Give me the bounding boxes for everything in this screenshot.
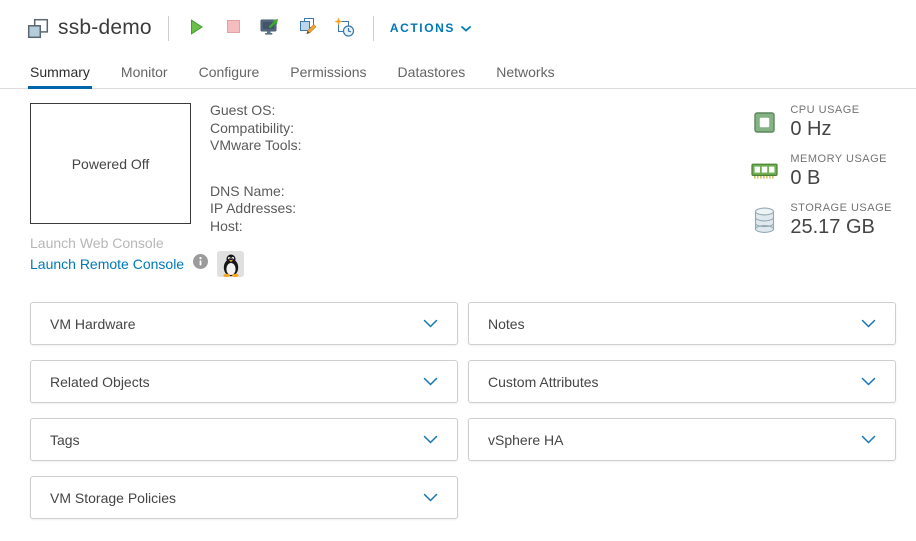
power-off-button[interactable] (222, 16, 246, 40)
tab-label: Configure (199, 64, 260, 80)
launch-web-console-link: Launch Web Console (30, 235, 164, 251)
cpu-usage-label: CPU USAGE (790, 104, 859, 116)
panel-related-objects[interactable]: Related Objects (30, 360, 458, 403)
chevron-down-icon (423, 315, 438, 333)
memory-usage-row: MEMORY USAGE 0 B (751, 153, 892, 190)
tab-monitor[interactable]: Monitor (121, 56, 168, 88)
field-ip-addresses: IP Addresses: (210, 200, 302, 218)
panel-custom-attributes[interactable]: Custom Attributes (468, 360, 896, 403)
panel-column-left: VM Hardware Related Objects Tags VM Stor… (30, 302, 458, 519)
tab-summary[interactable]: Summary (30, 56, 90, 88)
power-off-icon (227, 20, 240, 36)
launch-console-button[interactable] (259, 16, 283, 40)
launch-console-icon (260, 17, 281, 40)
panel-tags[interactable]: Tags (30, 418, 458, 461)
linux-guest-icon (217, 251, 244, 277)
chevron-down-icon (861, 431, 876, 449)
chevron-down-icon (423, 489, 438, 507)
storage-usage-row: STORAGE USAGE 25.17 GB (751, 202, 892, 239)
remote-console-row: Launch Remote Console (30, 251, 244, 277)
tab-label: Networks (496, 64, 554, 80)
chevron-down-icon (423, 373, 438, 391)
cpu-icon (751, 104, 778, 141)
panel-title: vSphere HA (488, 432, 563, 448)
storage-usage-value: 25.17 GB (790, 216, 892, 239)
cpu-usage-row: CPU USAGE 0 Hz (751, 104, 892, 141)
guest-info-fields: Guest OS: Compatibility: VMware Tools: D… (210, 102, 302, 235)
power-state-label: Powered Off (72, 156, 150, 172)
field-compatibility: Compatibility: (210, 120, 302, 138)
field-host: Host: (210, 218, 302, 236)
memory-icon (751, 153, 778, 190)
power-on-icon (190, 19, 203, 38)
vm-console-thumbnail[interactable]: Powered Off (30, 103, 191, 224)
chevron-down-icon (861, 315, 876, 333)
memory-usage-value: 0 B (790, 167, 887, 190)
info-icon[interactable] (193, 254, 208, 274)
snapshot-icon (334, 17, 355, 40)
actions-label: ACTIONS (390, 21, 455, 35)
panel-title: Tags (50, 432, 80, 448)
chevron-down-icon (861, 373, 876, 391)
panel-title: Custom Attributes (488, 374, 599, 390)
tab-permissions[interactable]: Permissions (290, 56, 366, 88)
tab-label: Datastores (398, 64, 466, 80)
spacer (210, 155, 302, 183)
memory-usage-label: MEMORY USAGE (790, 153, 887, 165)
vm-header: ssb-demo (0, 0, 916, 56)
panel-vm-hardware[interactable]: VM Hardware (30, 302, 458, 345)
panel-title: VM Storage Policies (50, 490, 176, 506)
snapshot-button[interactable] (333, 16, 357, 40)
tab-configure[interactable]: Configure (199, 56, 260, 88)
vm-summary-page: ssb-demo (0, 0, 916, 541)
power-on-button[interactable] (185, 16, 209, 40)
divider (168, 16, 169, 41)
chevron-down-icon (423, 431, 438, 449)
tab-datastores[interactable]: Datastores (398, 56, 466, 88)
storage-icon (751, 202, 778, 239)
tab-label: Summary (30, 64, 90, 80)
field-dns-name: DNS Name: (210, 183, 302, 201)
tab-networks[interactable]: Networks (496, 56, 554, 88)
panel-notes[interactable]: Notes (468, 302, 896, 345)
usage-stats: CPU USAGE 0 Hz (751, 104, 892, 251)
panel-title: VM Hardware (50, 316, 136, 332)
vm-toolbar (185, 16, 357, 40)
tab-label: Permissions (290, 64, 366, 80)
vm-icon (27, 18, 49, 39)
actions-menu-button[interactable]: ACTIONS (390, 21, 471, 35)
vm-tab-bar: Summary Monitor Configure Permissions Da… (0, 56, 916, 89)
storage-usage-label: STORAGE USAGE (790, 202, 892, 214)
field-vmware-tools: VMware Tools: (210, 137, 302, 155)
tab-label: Monitor (121, 64, 168, 80)
panel-vsphere-ha[interactable]: vSphere HA (468, 418, 896, 461)
cpu-usage-value: 0 Hz (790, 118, 859, 141)
panel-vm-storage-policies[interactable]: VM Storage Policies (30, 476, 458, 519)
edit-settings-icon (298, 17, 318, 39)
divider (373, 16, 374, 41)
panel-title: Notes (488, 316, 525, 332)
launch-remote-console-link[interactable]: Launch Remote Console (30, 256, 184, 272)
page-title: ssb-demo (58, 16, 152, 40)
panel-title: Related Objects (50, 374, 150, 390)
panel-column-right: Notes Custom Attributes vSphere HA (468, 302, 896, 461)
edit-settings-button[interactable] (296, 16, 320, 40)
chevron-down-icon (461, 21, 471, 35)
field-guest-os: Guest OS: (210, 102, 302, 120)
